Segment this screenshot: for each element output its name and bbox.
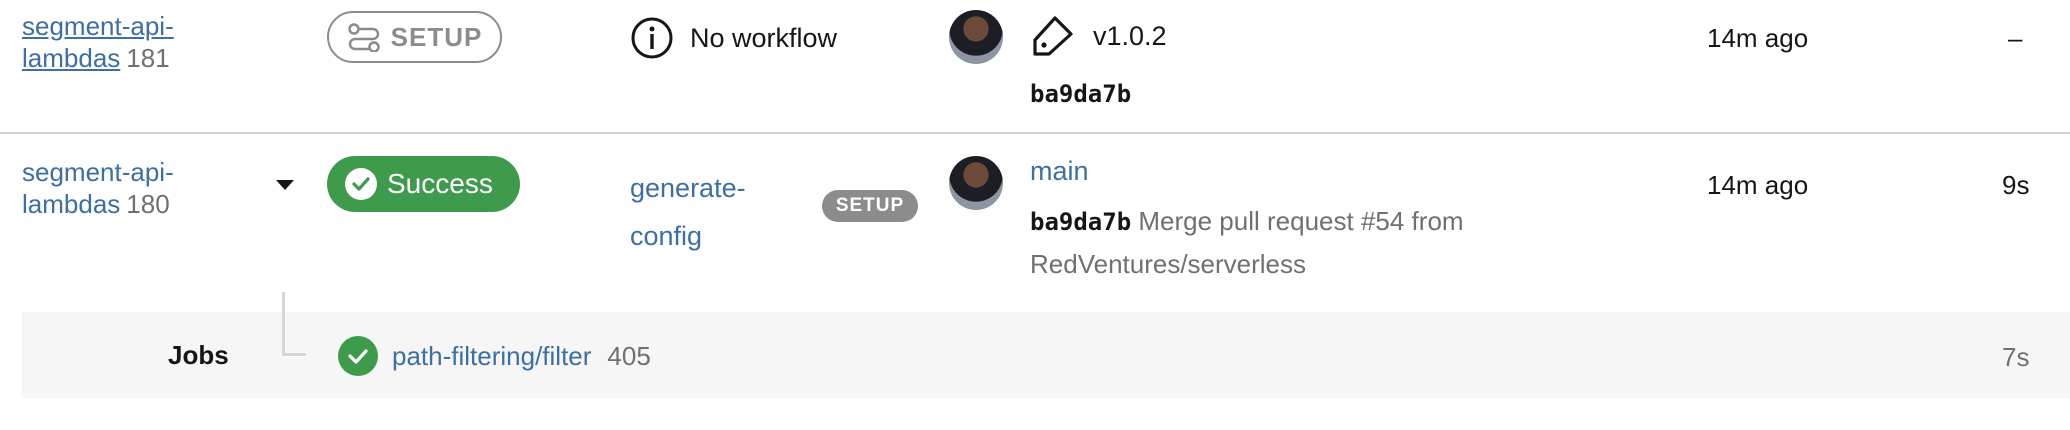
commit-sha[interactable]: ba9da7b <box>1030 80 1131 108</box>
duration: – <box>2008 23 2023 53</box>
commit-message: Merge pull request #54 from <box>1138 206 1464 236</box>
job-item[interactable]: path-filtering/filter 405 <box>338 336 651 376</box>
workflow-cell: No workflow <box>630 16 837 60</box>
job-number: 405 <box>607 340 651 371</box>
settings-flow-icon <box>347 22 381 52</box>
avatar <box>949 10 1003 64</box>
caret-down-icon[interactable] <box>274 178 296 197</box>
project-link[interactable]: segment-api- <box>22 157 174 187</box>
workflow-setup-badge: SETUP <box>822 190 918 222</box>
tag-label: v1.0.2 <box>1093 20 1167 51</box>
time-ago: 14m ago <box>1707 170 1809 200</box>
branch-link[interactable]: main <box>1030 156 1089 187</box>
project-link-cont[interactable]: lambdas <box>22 43 120 73</box>
build-number: 180 <box>126 189 170 219</box>
commit-info: ba9da7b Merge pull request #54 from RedV… <box>1030 200 1590 285</box>
workflow-link[interactable]: generate- config <box>630 164 746 260</box>
project-link-cont[interactable]: lambdas <box>22 189 120 219</box>
tag-cell: v1.0.2 <box>1031 14 1167 58</box>
project-link[interactable]: segment-api- <box>22 11 174 41</box>
pipeline-row-180-project[interactable]: segment-api- lambdas 180 <box>22 156 174 220</box>
job-name-link[interactable]: path-filtering/filter <box>392 341 591 372</box>
commit-message-cont: RedVentures/serverless <box>1030 249 1307 279</box>
info-icon <box>630 16 674 60</box>
tree-connector <box>282 292 285 356</box>
workflow-name[interactable]: generate- <box>630 173 746 203</box>
row-divider <box>0 132 2070 134</box>
check-icon <box>338 336 378 376</box>
tree-connector <box>282 353 306 356</box>
duration: 9s <box>2002 170 2030 200</box>
jobs-panel <box>22 312 2070 398</box>
check-icon <box>345 168 377 200</box>
status-label: SETUP <box>390 21 483 52</box>
status-label: Success <box>387 168 493 199</box>
pipeline-row-181-project[interactable]: segment-api- lambdas 181 <box>22 10 174 74</box>
avatar <box>949 156 1003 210</box>
status-badge-success[interactable]: Success <box>327 156 520 212</box>
status-badge-setup[interactable]: SETUP <box>327 11 502 63</box>
job-duration: 7s <box>2002 342 2030 372</box>
build-number: 181 <box>126 43 170 73</box>
workflow-name-cont[interactable]: config <box>630 221 702 251</box>
workflow-label: No workflow <box>690 22 838 53</box>
time-ago: 14m ago <box>1707 23 1809 53</box>
commit-sha[interactable]: ba9da7b <box>1030 208 1131 236</box>
jobs-label: Jobs <box>168 340 229 370</box>
tag-icon <box>1031 14 1075 58</box>
